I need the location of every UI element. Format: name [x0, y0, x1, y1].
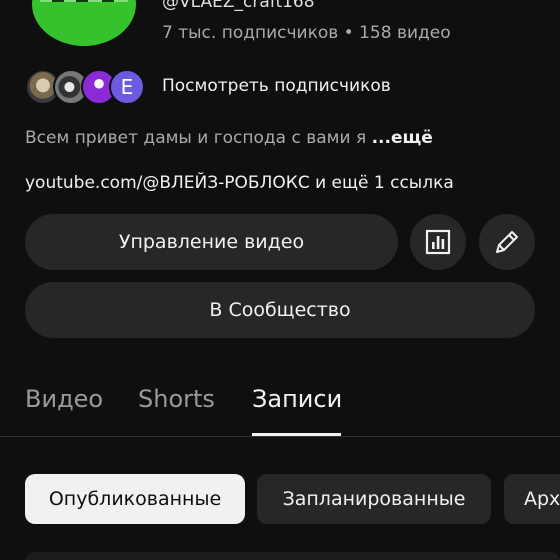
analytics-button[interactable] — [410, 214, 466, 270]
channel-stats: 7 тыс. подписчиков • 158 видео — [162, 23, 451, 43]
filter-chip-scheduled[interactable]: Запланированные — [257, 474, 491, 524]
filter-chip-archive[interactable]: Арх — [504, 474, 560, 524]
community-button[interactable]: В Сообщество — [25, 282, 535, 338]
manage-videos-button[interactable]: Управление видео — [25, 214, 398, 270]
subscriber-avatar: E — [109, 69, 145, 105]
channel-page: @VLAEZ_craft168 7 тыс. подписчиков • 158… — [0, 0, 560, 560]
tab-posts[interactable]: Записи — [252, 385, 342, 413]
subscriber-avatars[interactable]: E — [25, 69, 155, 105]
pencil-icon — [496, 231, 518, 253]
description-more-link[interactable]: ...ещё — [372, 128, 433, 148]
post-card[interactable] — [25, 552, 560, 560]
channel-avatar[interactable] — [32, 0, 136, 46]
view-subscribers-link[interactable]: Посмотреть подписчиков — [162, 76, 391, 96]
edit-channel-button[interactable] — [479, 214, 535, 270]
channel-handle: @VLAEZ_craft168 — [162, 0, 315, 12]
channel-tabs: Видео Shorts Записи — [0, 378, 560, 438]
channel-description[interactable]: Всем привет дамы и господа с вами я ...е… — [25, 128, 433, 148]
channel-links[interactable]: youtube.com/@ВЛЕЙЗ-РОБЛОКС и ещё 1 ссылк… — [25, 173, 454, 193]
tabs-divider — [0, 436, 560, 437]
analytics-icon — [425, 229, 451, 255]
filter-chip-published[interactable]: Опубликованные — [25, 474, 245, 524]
tab-shorts[interactable]: Shorts — [138, 385, 215, 413]
description-text: Всем привет дамы и господа с вами я — [25, 128, 372, 148]
tab-videos[interactable]: Видео — [25, 385, 103, 413]
